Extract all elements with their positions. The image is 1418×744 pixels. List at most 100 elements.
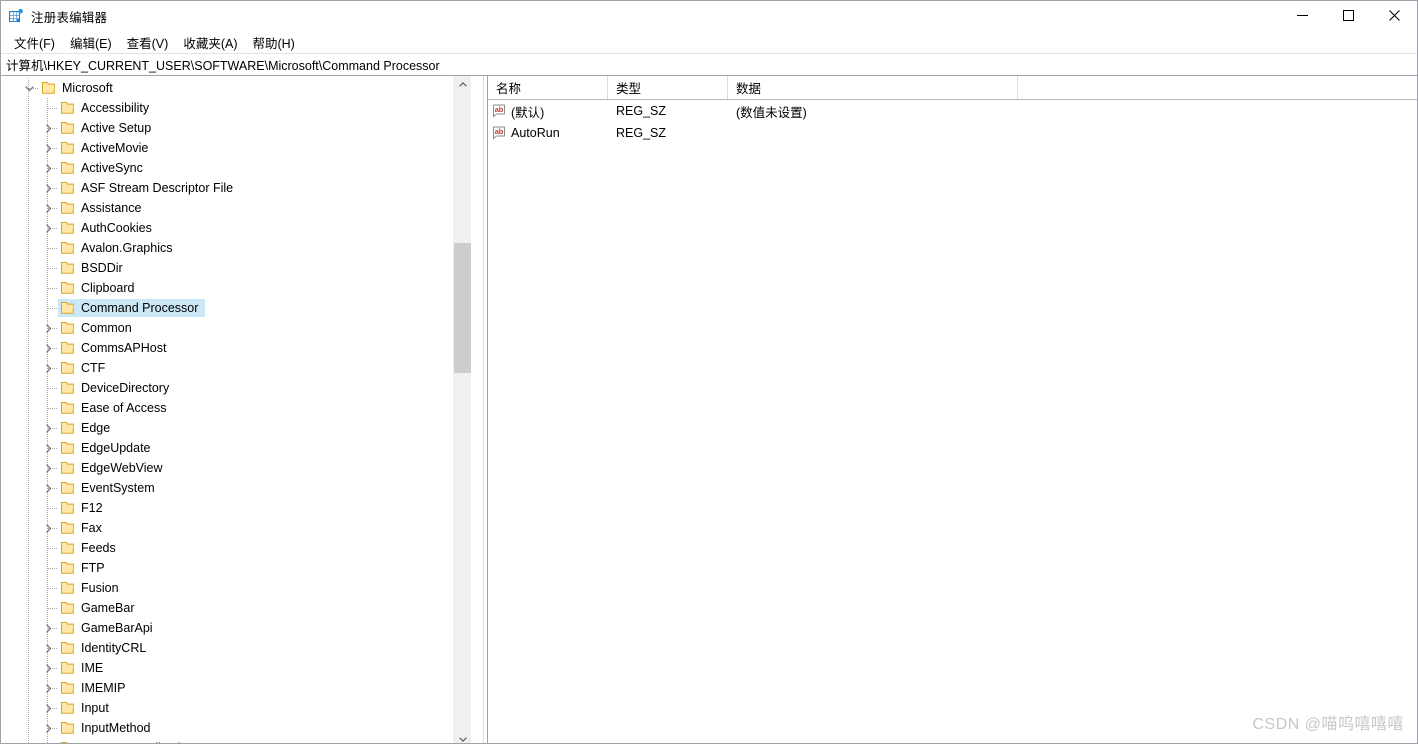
chevron-right-icon[interactable]: [40, 438, 56, 458]
chevron-right-icon[interactable]: [40, 218, 56, 238]
tree-item-content[interactable]: Accessibility: [58, 99, 156, 117]
tree-item-content[interactable]: ActiveSync: [58, 159, 150, 177]
chevron-right-icon[interactable]: [40, 718, 56, 738]
tree-item-devicedirectory[interactable]: DeviceDirectory: [1, 378, 465, 398]
value-row[interactable]: ab (默认) REG_SZ (数值未设置): [488, 100, 1417, 122]
menu-item-edit[interactable]: 编辑(E): [63, 31, 119, 54]
tree-item-assistance[interactable]: Assistance: [1, 198, 465, 218]
chevron-right-icon[interactable]: [40, 358, 56, 378]
tree-item-input[interactable]: Input: [1, 698, 465, 718]
tree-item-content[interactable]: AuthCookies: [58, 219, 159, 237]
tree-item-avalon-graphics[interactable]: Avalon.Graphics: [1, 238, 465, 258]
tree-item-content[interactable]: IMEMIP: [58, 679, 132, 697]
chevron-right-icon[interactable]: [40, 618, 56, 638]
chevron-right-icon[interactable]: [40, 678, 56, 698]
tree-item-content[interactable]: Fax: [58, 519, 109, 537]
chevron-right-icon[interactable]: [40, 638, 56, 658]
tree-item-content[interactable]: ActiveMovie: [58, 139, 155, 157]
tree-item-content[interactable]: IME: [58, 659, 110, 677]
chevron-right-icon[interactable]: [40, 338, 56, 358]
tree-item-content[interactable]: Ease of Access: [58, 399, 173, 417]
tree-item-active-setup[interactable]: Active Setup: [1, 118, 465, 138]
tree-item-command-processor[interactable]: Command Processor: [1, 298, 465, 318]
tree-item-content[interactable]: Feeds: [58, 539, 123, 557]
tree-item-activesync[interactable]: ActiveSync: [1, 158, 465, 178]
chevron-right-icon[interactable]: [40, 118, 56, 138]
tree-item-commsaphost[interactable]: CommsAPHost: [1, 338, 465, 358]
tree-item-asf-stream-descriptor-file[interactable]: ASF Stream Descriptor File: [1, 178, 465, 198]
tree-item-content[interactable]: EventSystem: [58, 479, 162, 497]
tree-item-content[interactable]: Fusion: [58, 579, 126, 597]
column-header-name[interactable]: 名称: [488, 76, 608, 99]
column-header-type[interactable]: 类型: [608, 76, 728, 99]
chevron-right-icon[interactable]: [40, 178, 56, 198]
tree-item-content[interactable]: BSDDir: [58, 259, 130, 277]
menu-item-view[interactable]: 查看(V): [120, 31, 176, 54]
tree-item-microsoft[interactable]: Microsoft: [1, 78, 465, 98]
tree-item-content[interactable]: GameBar: [58, 599, 142, 617]
tree-item-activemovie[interactable]: ActiveMovie: [1, 138, 465, 158]
tree-item-content[interactable]: Microsoft: [39, 79, 120, 97]
tree-item-content[interactable]: F12: [58, 499, 110, 517]
tree-item-content[interactable]: IdentityCRL: [58, 639, 153, 657]
chevron-right-icon[interactable]: [40, 658, 56, 678]
tree-item-content[interactable]: Active Setup: [58, 119, 158, 137]
menu-item-file[interactable]: 文件(F): [7, 31, 62, 54]
tree-item-ease-of-access[interactable]: Ease of Access: [1, 398, 465, 418]
tree-item-imemip[interactable]: IMEMIP: [1, 678, 465, 698]
chevron-right-icon[interactable]: [40, 478, 56, 498]
address-bar[interactable]: 计算机\HKEY_CURRENT_USER\SOFTWARE\Microsoft…: [1, 53, 1417, 76]
tree-item-authcookies[interactable]: AuthCookies: [1, 218, 465, 238]
close-button[interactable]: [1371, 1, 1417, 31]
chevron-down-icon[interactable]: [21, 78, 37, 98]
tree-vertical-scrollbar[interactable]: [453, 76, 471, 743]
menu-item-favorites[interactable]: 收藏夹(A): [176, 31, 244, 54]
tree-item-content[interactable]: FTP: [58, 559, 112, 577]
tree-item-clipboard[interactable]: Clipboard: [1, 278, 465, 298]
chevron-right-icon[interactable]: [40, 138, 56, 158]
value-row[interactable]: ab AutoRun REG_SZ: [488, 122, 1417, 144]
chevron-right-icon[interactable]: [40, 318, 56, 338]
tree-item-edgeupdate[interactable]: EdgeUpdate: [1, 438, 465, 458]
chevron-right-icon[interactable]: [40, 158, 56, 178]
chevron-right-icon[interactable]: [40, 518, 56, 538]
tree-item-fusion[interactable]: Fusion: [1, 578, 465, 598]
tree-item-content[interactable]: Assistance: [58, 199, 148, 217]
maximize-button[interactable]: [1325, 1, 1371, 31]
tree-item-gamebarapi[interactable]: GameBarApi: [1, 618, 465, 638]
column-header-data[interactable]: 数据: [728, 76, 1018, 99]
tree-item-content[interactable]: GameBarApi: [58, 619, 160, 637]
scroll-up-button[interactable]: [454, 76, 471, 93]
tree-item-content[interactable]: DeviceDirectory: [58, 379, 176, 397]
scrollbar-thumb[interactable]: [454, 243, 471, 373]
chevron-right-icon[interactable]: [40, 738, 56, 743]
tree-item-accessibility[interactable]: Accessibility: [1, 98, 465, 118]
tree-item-feeds[interactable]: Feeds: [1, 538, 465, 558]
tree-item-edgewebview[interactable]: EdgeWebView: [1, 458, 465, 478]
tree-item-inputpersonalization[interactable]: InputPersonalization: [1, 738, 465, 743]
tree-item-content[interactable]: Command Processor: [58, 299, 206, 317]
tree-item-bsddir[interactable]: BSDDir: [1, 258, 465, 278]
tree-item-inputmethod[interactable]: InputMethod: [1, 718, 465, 738]
scroll-down-button[interactable]: [454, 731, 471, 743]
minimize-button[interactable]: [1279, 1, 1325, 31]
tree-item-content[interactable]: ASF Stream Descriptor File: [58, 179, 240, 197]
tree-item-ime[interactable]: IME: [1, 658, 465, 678]
tree-item-content[interactable]: EdgeWebView: [58, 459, 170, 477]
tree-item-ftp[interactable]: FTP: [1, 558, 465, 578]
tree-item-edge[interactable]: Edge: [1, 418, 465, 438]
tree-item-content[interactable]: EdgeUpdate: [58, 439, 158, 457]
tree-item-content[interactable]: Edge: [58, 419, 117, 437]
tree-item-common[interactable]: Common: [1, 318, 465, 338]
chevron-right-icon[interactable]: [40, 458, 56, 478]
tree-item-gamebar[interactable]: GameBar: [1, 598, 465, 618]
chevron-right-icon[interactable]: [40, 698, 56, 718]
tree-item-content[interactable]: InputMethod: [58, 719, 158, 737]
tree-item-content[interactable]: InputPersonalization: [58, 739, 201, 743]
tree-item-fax[interactable]: Fax: [1, 518, 465, 538]
tree-item-identitycrl[interactable]: IdentityCRL: [1, 638, 465, 658]
tree-item-content[interactable]: CTF: [58, 359, 112, 377]
tree-item-content[interactable]: Avalon.Graphics: [58, 239, 180, 257]
tree-item-eventsystem[interactable]: EventSystem: [1, 478, 465, 498]
tree-item-f12[interactable]: F12: [1, 498, 465, 518]
